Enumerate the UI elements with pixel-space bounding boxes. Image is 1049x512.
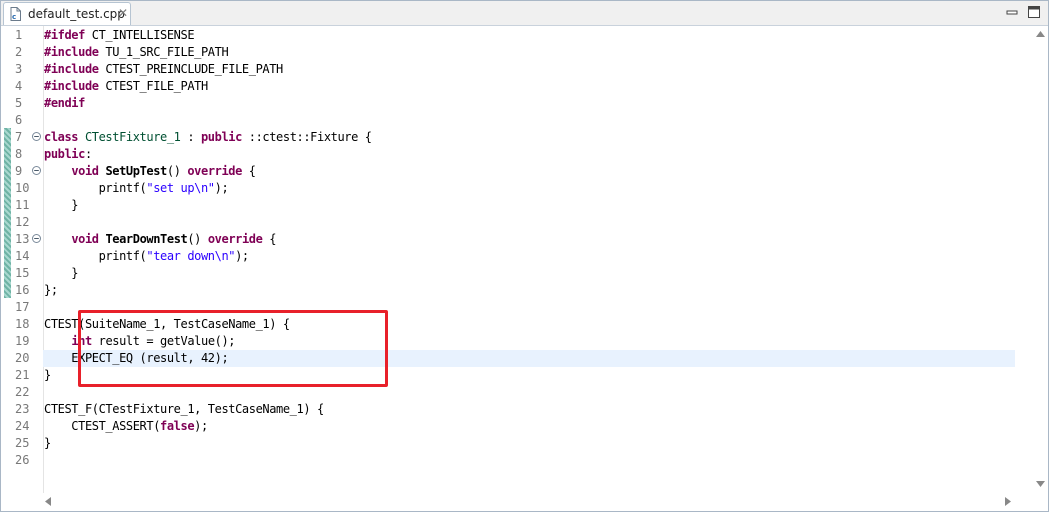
line-number: 26 xyxy=(15,453,30,467)
line-number: 6 xyxy=(15,113,23,127)
code-line[interactable]: #endif xyxy=(44,95,85,112)
line-number: 15 xyxy=(15,266,30,280)
line-number: 18 xyxy=(15,317,30,331)
code-line[interactable]: CTEST_F(CTestFixture_1, TestCaseName_1) … xyxy=(44,401,324,418)
line-number: 5 xyxy=(15,96,23,110)
scroll-left-arrow-icon[interactable] xyxy=(45,497,51,506)
line-number: 11 xyxy=(15,198,30,212)
line-number: 20 xyxy=(15,351,30,365)
fold-collapse-icon[interactable] xyxy=(32,132,41,141)
line-number: 9 xyxy=(15,164,23,178)
line-number: 17 xyxy=(15,300,30,314)
code-line[interactable]: void TearDownTest() override { xyxy=(44,231,276,248)
line-number: 13 xyxy=(15,232,30,246)
fold-collapse-icon[interactable] xyxy=(32,234,41,243)
code-line[interactable]: } xyxy=(44,265,78,282)
svg-text:c: c xyxy=(12,13,16,21)
code-line[interactable]: class CTestFixture_1 : public ::ctest::F… xyxy=(44,129,372,146)
editor-tab-default-test[interactable]: c default_test.cpp ✕ xyxy=(3,2,131,25)
cpp-file-icon: c xyxy=(10,7,21,21)
editor-tab-bar: c default_test.cpp ✕ xyxy=(1,1,1048,26)
line-number: 12 xyxy=(15,215,30,229)
code-line[interactable]: printf("tear down\n"); xyxy=(44,248,250,265)
tab-title: default_test.cpp xyxy=(28,7,125,21)
code-line[interactable]: void SetUpTest() override { xyxy=(44,163,256,180)
code-line[interactable]: #include TU_1_SRC_FILE_PATH xyxy=(44,44,229,61)
horizontal-scrollbar[interactable] xyxy=(43,493,1015,509)
highlight-annotation-box xyxy=(78,310,388,387)
code-area[interactable]: #ifdef CT_INTELLISENSE #include TU_1_SRC_… xyxy=(43,26,1015,493)
tab-close-icon[interactable]: ✕ xyxy=(118,6,128,20)
vertical-scrollbar[interactable] xyxy=(1032,26,1048,493)
code-line[interactable]: } xyxy=(44,435,51,452)
scroll-up-arrow-icon[interactable] xyxy=(1036,31,1045,37)
line-number: 10 xyxy=(15,181,30,195)
editor-window: c default_test.cpp ✕ 1 2 3 4 5 6 7 8 9 10 11 12 13 14… xyxy=(0,0,1049,512)
line-number-ruler: 1 2 3 4 5 6 7 8 9 10 11 12 13 14 15 16 17 18 19 20 21 22 23 24 2… xyxy=(1,26,44,493)
scroll-down-arrow-icon[interactable] xyxy=(1036,481,1045,487)
line-number: 23 xyxy=(15,402,30,416)
code-line[interactable]: #ifdef CT_INTELLISENSE xyxy=(44,27,195,44)
line-number: 8 xyxy=(15,147,23,161)
fold-collapse-icon[interactable] xyxy=(32,166,41,175)
minimize-button[interactable] xyxy=(1004,3,1020,21)
line-number: 2 xyxy=(15,45,23,59)
line-number: 1 xyxy=(15,28,23,42)
code-editor[interactable]: 1 2 3 4 5 6 7 8 9 10 11 12 13 14 15 16 17 18 19 20 21 22 23 24 2… xyxy=(1,26,1048,511)
line-number: 16 xyxy=(15,283,30,297)
line-number: 22 xyxy=(15,385,30,399)
code-line[interactable]: printf("set up\n"); xyxy=(44,180,229,197)
code-line[interactable]: #include CTEST_PREINCLUDE_FILE_PATH xyxy=(44,61,283,78)
scroll-right-arrow-icon[interactable] xyxy=(1005,497,1011,506)
line-number: 14 xyxy=(15,249,30,263)
line-number: 24 xyxy=(15,419,30,433)
code-line[interactable]: #include CTEST_FILE_PATH xyxy=(44,78,208,95)
line-number: 4 xyxy=(15,79,23,93)
code-line[interactable]: CTEST_ASSERT(false); xyxy=(44,418,208,435)
line-number: 21 xyxy=(15,368,30,382)
line-number: 25 xyxy=(15,436,30,450)
line-number: 3 xyxy=(15,62,23,76)
change-marker-bar xyxy=(4,128,11,298)
code-line[interactable]: public: xyxy=(44,146,92,163)
code-line[interactable]: }; xyxy=(44,282,58,299)
line-number: 7 xyxy=(15,130,23,144)
code-line[interactable]: } xyxy=(44,367,51,384)
line-number: 19 xyxy=(15,334,30,348)
code-line[interactable]: } xyxy=(44,197,78,214)
maximize-button[interactable] xyxy=(1026,3,1042,21)
